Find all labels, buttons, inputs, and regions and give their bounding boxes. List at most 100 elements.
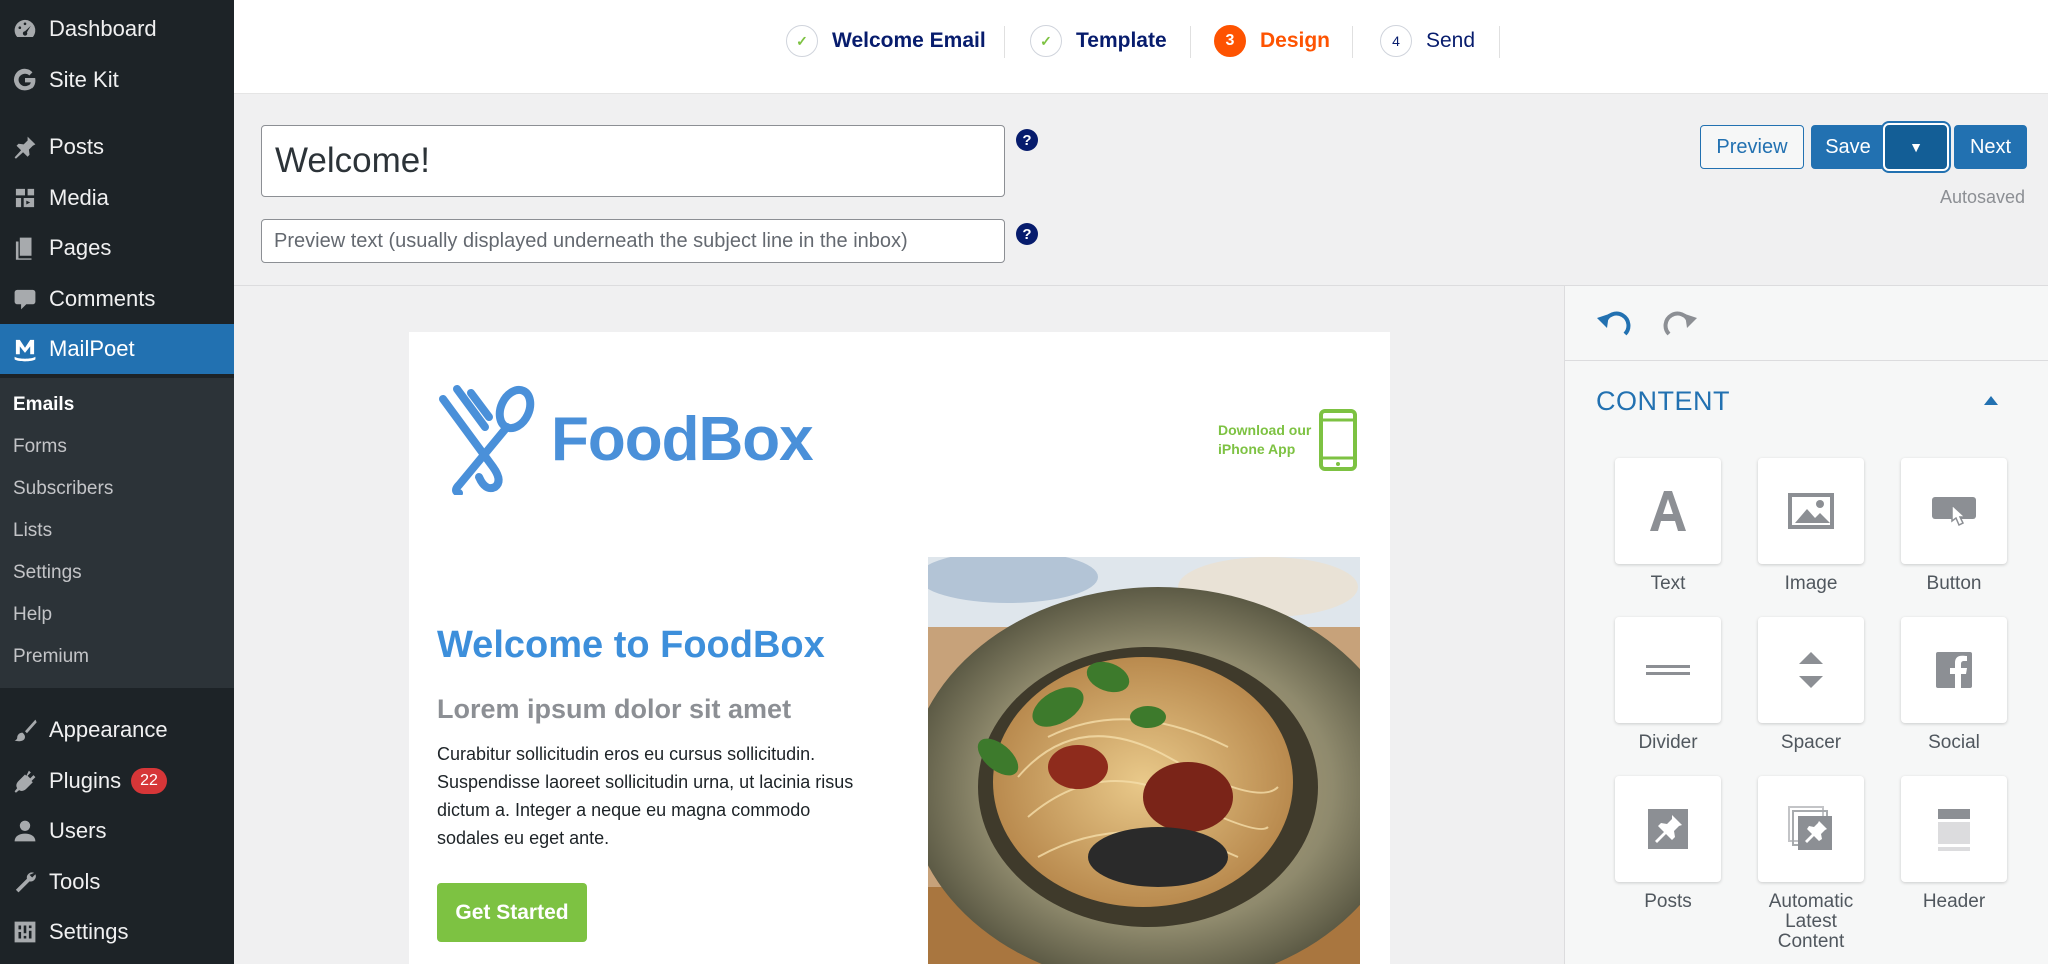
mailpoet-submenu: Emails Forms Subscribers Lists Settings … [0,378,234,688]
hero-body-text[interactable]: Curabitur sollicitudin eros eu cursus so… [437,740,867,852]
submenu-item-help[interactable]: Help [13,604,52,626]
button-icon [1932,497,1976,527]
spacer-icon [1799,652,1823,688]
widget-label: Image [1784,573,1838,594]
widget-text[interactable]: Text [1615,458,1721,594]
settings-icon [0,919,49,945]
sidebar-item-mailpoet[interactable]: MailPoet [0,324,234,374]
sidebar-item-label: Plugins [49,768,122,793]
help-icon[interactable]: ? [1016,223,1038,245]
submenu-item-lists[interactable]: Lists [13,520,52,542]
fork-spoon-logo-icon [439,385,535,495]
dashboard-icon [0,16,49,42]
step-welcome-email[interactable]: ✓ Welcome Email [786,22,986,60]
divider-icon [1646,665,1690,675]
check-icon: ✓ [786,25,818,57]
widget-label: Spacer [1780,732,1842,753]
step-number: 3 [1214,25,1246,57]
help-icon[interactable]: ? [1016,129,1038,151]
widget-automatic-latest-content[interactable]: Automatic Latest Content [1758,776,1864,952]
sidebar-item-pages[interactable]: Pages [0,223,234,273]
google-g-icon [0,67,49,93]
plugin-update-badge: 22 [131,768,167,794]
submenu-item-emails[interactable]: Emails [13,394,74,416]
sidebar-item-appearance[interactable]: Appearance [0,705,234,755]
wizard-stepper: ✓ Welcome Email ✓ Template 3 Design 4 Se… [234,0,2048,94]
step-label: Welcome Email [832,29,986,52]
pushpin-icon [0,134,49,160]
app-download-promo[interactable]: Download our iPhone App [1218,408,1358,472]
widget-label: Button [1926,573,1982,594]
sidebar-item-label: Posts [49,134,105,159]
step-separator [1004,26,1005,58]
sidebar-item-plugins[interactable]: Plugins 22 [0,756,234,806]
step-send[interactable]: 4 Send [1380,22,1475,60]
preview-button[interactable]: Preview [1700,125,1804,169]
save-button[interactable]: Save [1811,125,1885,169]
smartphone-icon [1319,409,1357,471]
header-icon [1938,809,1970,851]
foodbox-logo[interactable]: FoodBox [437,383,814,495]
widget-label: Social [1928,732,1980,753]
sidebar-item-label: Media [49,185,109,210]
facebook-icon [1936,652,1972,688]
hero-title[interactable]: Welcome to FoodBox [437,624,825,667]
sidebar-item-label: Dashboard [49,16,157,41]
comment-icon [0,286,49,312]
content-section-title[interactable]: CONTENT [1596,386,1730,417]
save-options-dropdown-button[interactable]: ▼ [1885,125,1947,169]
logo-text: FoodBox [551,404,814,474]
widget-label: Divider [1638,732,1698,753]
step-separator [1190,26,1191,58]
user-icon [0,818,49,844]
sidebar-item-tools[interactable]: Tools [0,857,234,907]
sidebar-item-label: Settings [49,919,129,944]
collapse-caret-icon[interactable] [1984,396,1998,405]
sidebar-item-label: Tools [49,869,101,894]
promo-line: Download our [1218,422,1312,438]
sidebar-item-label: MailPoet [49,336,135,361]
subject-input[interactable] [261,125,1005,197]
alc-icon [1788,806,1832,850]
hero-subtitle[interactable]: Lorem ipsum dolor sit amet [437,694,791,725]
mailpoet-icon [0,336,49,362]
widget-social[interactable]: Social [1901,617,2007,753]
sidebar-item-label: Pages [49,235,112,260]
sidebar-item-comments[interactable]: Comments [0,274,234,324]
step-number: 4 [1380,25,1412,57]
widget-header[interactable]: Header [1901,776,2007,912]
widget-button[interactable]: Button [1901,458,2007,594]
submenu-item-subscribers[interactable]: Subscribers [13,478,113,500]
food-photo[interactable] [928,557,1360,964]
widget-posts[interactable]: Posts [1615,776,1721,912]
widget-label: Posts [1644,891,1692,912]
sidebar-item-label: Users [49,818,107,843]
preheader-input[interactable] [261,219,1005,263]
step-template[interactable]: ✓ Template [1030,22,1167,60]
step-separator [1352,26,1353,58]
sidebar-item-settings[interactable]: Settings [0,907,234,957]
editor-sidebar-panel: CONTENT Text Image Button Divider Spacer… [1564,286,2048,964]
pasta-bowl-image [928,557,1360,964]
widget-divider[interactable]: Divider [1615,617,1721,753]
next-button[interactable]: Next [1954,125,2027,169]
get-started-button[interactable]: Get Started [437,883,587,942]
sidebar-item-posts[interactable]: Posts [0,122,234,172]
step-design[interactable]: 3 Design [1214,22,1330,60]
sidebar-item-site-kit[interactable]: Site Kit [0,55,234,105]
widget-spacer[interactable]: Spacer [1758,617,1864,753]
submenu-item-forms[interactable]: Forms [13,436,67,458]
widget-label: Text [1650,573,1686,594]
check-icon: ✓ [1030,25,1062,57]
text-icon [1650,491,1686,531]
sidebar-item-dashboard[interactable]: Dashboard [0,4,234,54]
posts-icon [1648,809,1688,849]
redo-icon[interactable] [1663,308,1699,340]
sidebar-item-users[interactable]: Users [0,806,234,856]
submenu-item-premium[interactable]: Premium [13,646,89,668]
widget-image[interactable]: Image [1758,458,1864,594]
autosave-status: Autosaved [1939,187,2025,207]
submenu-item-settings[interactable]: Settings [13,562,82,584]
sidebar-item-media[interactable]: Media [0,173,234,223]
undo-icon[interactable] [1595,308,1631,340]
